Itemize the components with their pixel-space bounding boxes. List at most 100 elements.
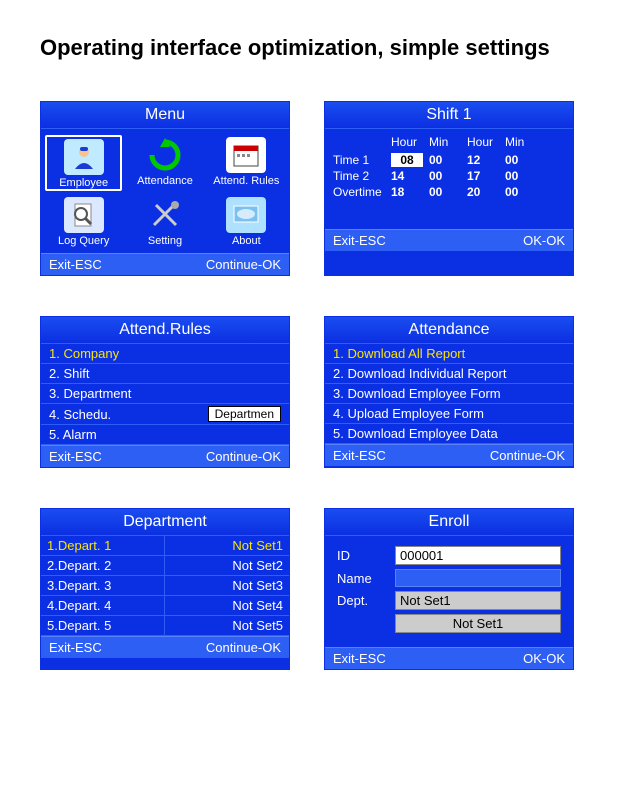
enroll-dept-label: Dept. [337, 593, 389, 608]
rules-schedule-value[interactable]: Departmen [208, 406, 281, 422]
menu-item-attendance[interactable]: Attendance [126, 135, 203, 191]
shift-row-label: Time 2 [333, 169, 385, 183]
shift-footer-ok[interactable]: OK-OK [523, 233, 565, 248]
shift-time2-end-hour[interactable]: 17 [467, 169, 499, 183]
dept-row-name: 1.Depart. 1 [41, 536, 165, 555]
menu-panel: Menu Employee Attendance [40, 101, 290, 276]
shift-ot-end-min[interactable]: 00 [505, 185, 537, 199]
employee-icon [64, 139, 104, 175]
shift-header-hour: Hour [467, 135, 499, 149]
dept-row-4[interactable]: 4.Depart. 4 Not Set4 [41, 596, 289, 616]
rules-item-company[interactable]: 1. Company [41, 344, 289, 364]
shift-ot-start-min[interactable]: 00 [429, 185, 461, 199]
shift-row-label: Time 1 [333, 153, 385, 167]
dept-row-1[interactable]: 1.Depart. 1 Not Set1 [41, 536, 289, 556]
department-footer-exit[interactable]: Exit-ESC [49, 640, 102, 655]
list-item-label: 5. Download Employee Data [333, 426, 498, 441]
dept-row-name: 4.Depart. 4 [41, 596, 165, 615]
rules-item-schedule[interactable]: 4. Schedu. Departmen [41, 404, 289, 425]
menu-item-label: About [208, 235, 285, 247]
dept-row-3[interactable]: 3.Depart. 3 Not Set3 [41, 576, 289, 596]
shift-time1-start-hour[interactable]: 08 [391, 153, 423, 167]
shift-row-time1: Time 1 08 00 12 00 [333, 153, 565, 167]
rules-item-department[interactable]: 3. Department [41, 384, 289, 404]
dept-row-value: Not Set3 [165, 576, 289, 595]
dept-row-name: 3.Depart. 3 [41, 576, 165, 595]
department-panel: Department 1.Depart. 1 Not Set1 2.Depart… [40, 508, 290, 670]
attendance-icon [145, 137, 185, 173]
list-item-label: 3. Department [49, 386, 131, 401]
menu-item-setting[interactable]: Setting [126, 195, 203, 247]
dept-row-name: 5.Depart. 5 [41, 616, 165, 635]
shift-panel: Shift 1 Hour Min Hour Min Time 1 08 00 1… [324, 101, 574, 276]
list-item-label: 3. Download Employee Form [333, 386, 501, 401]
att-item-download-data[interactable]: 5. Download Employee Data [325, 424, 573, 444]
shift-time2-start-min[interactable]: 00 [429, 169, 461, 183]
attendance-footer-continue[interactable]: Continue-OK [490, 448, 565, 463]
menu-item-logquery[interactable]: Log Query [45, 195, 122, 247]
calendar-icon [226, 137, 266, 173]
attendance-panel: Attendance 1. Download All Report 2. Dow… [324, 316, 574, 468]
dept-row-name: 2.Depart. 2 [41, 556, 165, 575]
menu-item-label: Log Query [45, 235, 122, 247]
rules-footer-continue[interactable]: Continue-OK [206, 449, 281, 464]
about-icon [226, 197, 266, 233]
attendance-panel-title: Attendance [325, 317, 573, 344]
enroll-panel-title: Enroll [325, 509, 573, 536]
att-item-download-all[interactable]: 1. Download All Report [325, 344, 573, 364]
dept-row-value: Not Set1 [165, 536, 289, 555]
dept-row-value: Not Set2 [165, 556, 289, 575]
list-item-label: 1. Download All Report [333, 346, 465, 361]
shift-ot-end-hour[interactable]: 20 [467, 185, 499, 199]
menu-footer-continue[interactable]: Continue-OK [206, 257, 281, 272]
enroll-footer-exit[interactable]: Exit-ESC [333, 651, 386, 666]
menu-footer-exit[interactable]: Exit-ESC [49, 257, 102, 272]
shift-header-blank [333, 135, 385, 149]
department-panel-title: Department [41, 509, 289, 536]
att-item-download-individual[interactable]: 2. Download Individual Report [325, 364, 573, 384]
rules-item-alarm[interactable]: 5. Alarm [41, 425, 289, 445]
enroll-name-label: Name [337, 571, 389, 586]
shift-header-hour: Hour [391, 135, 423, 149]
menu-item-rules[interactable]: Attend. Rules [208, 135, 285, 191]
rules-item-shift[interactable]: 2. Shift [41, 364, 289, 384]
list-item-label: 5. Alarm [49, 427, 97, 442]
menu-panel-title: Menu [41, 102, 289, 129]
rules-footer-exit[interactable]: Exit-ESC [49, 449, 102, 464]
enroll-id-input[interactable]: 000001 [395, 546, 561, 565]
rules-panel: Attend.Rules 1. Company 2. Shift 3. Depa… [40, 316, 290, 468]
enroll-footer-ok[interactable]: OK-OK [523, 651, 565, 666]
dept-row-value: Not Set5 [165, 616, 289, 635]
shift-panel-title: Shift 1 [325, 102, 573, 129]
list-item-label: 4. Upload Employee Form [333, 406, 484, 421]
att-item-download-form[interactable]: 3. Download Employee Form [325, 384, 573, 404]
page-title: Operating interface optimization, simple… [40, 35, 578, 61]
shift-footer-exit[interactable]: Exit-ESC [333, 233, 386, 248]
list-item-label: 2. Shift [49, 366, 89, 381]
shift-header-min: Min [505, 135, 537, 149]
list-item-label: 4. Schedu. [49, 407, 111, 422]
shift-time1-start-min[interactable]: 00 [429, 153, 461, 167]
menu-item-employee[interactable]: Employee [45, 135, 122, 191]
dept-row-5[interactable]: 5.Depart. 5 Not Set5 [41, 616, 289, 636]
search-doc-icon [64, 197, 104, 233]
shift-ot-start-hour[interactable]: 18 [391, 185, 423, 199]
shift-time2-end-min[interactable]: 00 [505, 169, 537, 183]
enroll-panel: Enroll ID 000001 Name Dept. Not Set1 Not… [324, 508, 574, 670]
menu-item-about[interactable]: About [208, 195, 285, 247]
enroll-extra-input[interactable]: Not Set1 [395, 614, 561, 633]
shift-row-time2: Time 2 14 00 17 00 [333, 169, 565, 183]
menu-item-label: Attendance [126, 175, 203, 187]
shift-time1-end-min[interactable]: 00 [505, 153, 537, 167]
menu-item-label: Attend. Rules [208, 175, 285, 187]
dept-row-2[interactable]: 2.Depart. 2 Not Set2 [41, 556, 289, 576]
attendance-footer-exit[interactable]: Exit-ESC [333, 448, 386, 463]
department-footer-continue[interactable]: Continue-OK [206, 640, 281, 655]
enroll-name-input[interactable] [395, 569, 561, 587]
shift-row-overtime: Overtime 18 00 20 00 [333, 185, 565, 199]
enroll-dept-input[interactable]: Not Set1 [395, 591, 561, 610]
shift-time2-start-hour[interactable]: 14 [391, 169, 423, 183]
menu-item-label: Employee [47, 177, 120, 189]
shift-time1-end-hour[interactable]: 12 [467, 153, 499, 167]
att-item-upload-form[interactable]: 4. Upload Employee Form [325, 404, 573, 424]
